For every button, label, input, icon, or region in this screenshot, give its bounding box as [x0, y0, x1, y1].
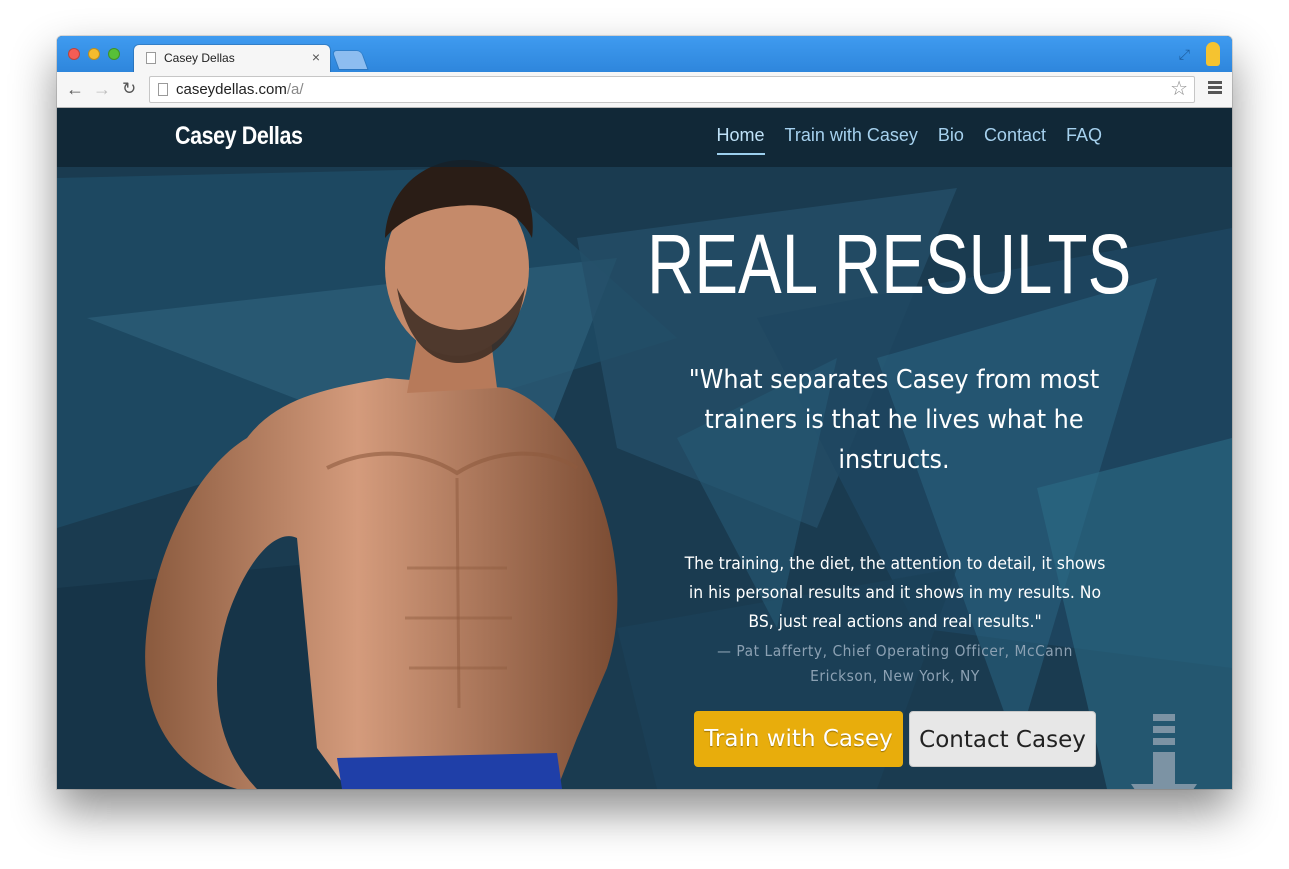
browser-toolbar: ← → ↻ caseydellas.com/a/ ☆ — [57, 72, 1232, 108]
nav-faq[interactable]: FAQ — [1066, 125, 1102, 155]
reload-icon[interactable]: ↻ — [122, 79, 136, 99]
nav-bio[interactable]: Bio — [938, 125, 964, 155]
contact-casey-button[interactable]: Contact Casey — [909, 711, 1096, 767]
testimonial-citation: — Pat Lafferty, Chief Operating Officer,… — [717, 642, 1073, 685]
scroll-down-arrow-icon[interactable] — [1131, 714, 1197, 789]
fullscreen-icon[interactable]: ⤢ — [1179, 46, 1190, 63]
nav-home[interactable]: Home — [716, 125, 765, 155]
window-controls — [68, 48, 120, 60]
site-header: Casey Dellas Home Train with Casey Bio C… — [57, 108, 1232, 167]
new-tab-button[interactable] — [332, 51, 368, 69]
train-with-casey-button[interactable]: Train with Casey — [694, 711, 903, 767]
browser-tab[interactable]: Casey Dellas × — [134, 45, 330, 72]
browser-window: Casey Dellas × ⤢ ← → ↻ caseydellas.com/a… — [57, 36, 1232, 789]
minimize-window-button[interactable] — [88, 48, 100, 60]
hamburger-menu-icon[interactable] — [1208, 81, 1222, 96]
nav-train-with-casey[interactable]: Train with Casey — [785, 125, 918, 155]
star-icon[interactable]: ☆ — [1170, 78, 1188, 100]
profile-icon[interactable] — [1206, 42, 1220, 66]
web-page: Casey Dellas Home Train with Casey Bio C… — [57, 108, 1232, 789]
testimonial-body: The training, the diet, the attention to… — [684, 554, 1106, 632]
testimonial-lead: "What separates Casey from most trainers… — [688, 365, 1100, 475]
forward-arrow-icon[interactable]: → — [93, 79, 111, 99]
site-brand[interactable]: Casey Dellas — [175, 122, 303, 151]
address-bar[interactable]: caseydellas.com/a/ ☆ — [149, 76, 1195, 103]
trainer-photo — [145, 159, 618, 789]
back-arrow-icon[interactable]: ← — [66, 79, 84, 99]
tab-title: Casey Dellas — [164, 51, 235, 65]
zoom-window-button[interactable] — [108, 48, 120, 60]
hero-title: REAL RESULTS — [647, 217, 1132, 311]
nav-contact[interactable]: Contact — [984, 125, 1046, 155]
page-icon — [158, 83, 168, 96]
url-text[interactable]: caseydellas.com/a/ — [176, 81, 304, 98]
close-window-button[interactable] — [68, 48, 80, 60]
tab-close-icon[interactable]: × — [312, 49, 320, 65]
page-icon — [146, 52, 156, 64]
main-nav: Home Train with Casey Bio Contact FAQ — [716, 125, 1102, 155]
url-path: /a/ — [286, 81, 304, 98]
url-domain: caseydellas.com — [176, 81, 287, 98]
title-bar: Casey Dellas × ⤢ — [57, 36, 1232, 72]
